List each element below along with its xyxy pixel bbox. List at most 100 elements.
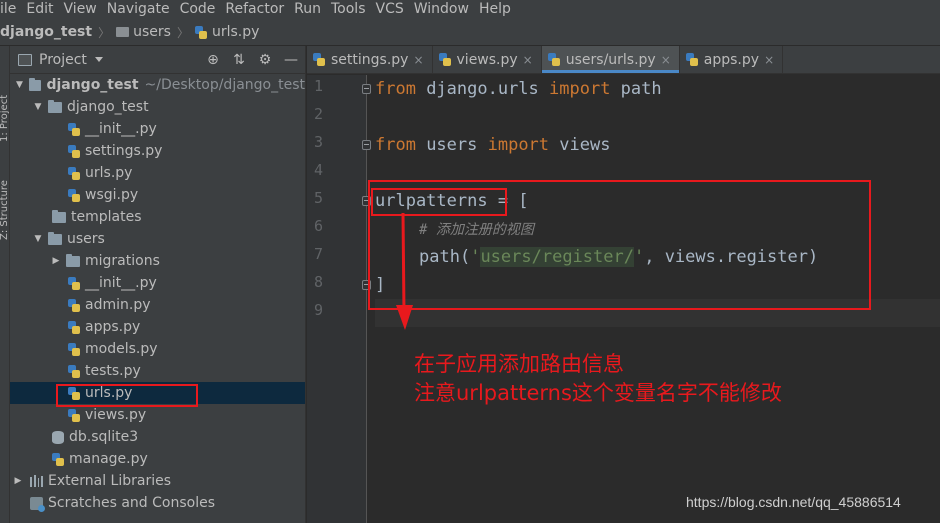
project-panel-tools: ⊕ ⇅ ⚙ — bbox=[205, 46, 299, 74]
tree-item-file[interactable]: __init__.py bbox=[10, 272, 305, 294]
locate-icon[interactable]: ⊕ bbox=[205, 52, 221, 68]
close-icon[interactable]: × bbox=[523, 53, 533, 67]
tree-item-label: django_test bbox=[67, 99, 149, 115]
line-number: 3 bbox=[313, 133, 323, 151]
hide-icon[interactable]: — bbox=[283, 52, 299, 68]
tree-item-folder[interactable]: templates bbox=[10, 206, 305, 228]
fold-icon[interactable] bbox=[362, 84, 371, 94]
code-line-7: path('users/register/', views.register) bbox=[419, 243, 818, 271]
annotation-text: 在子应用添加路由信息 注意urlpatterns这个变量名字不能修改 bbox=[414, 350, 782, 408]
expand-arrow-down-icon[interactable]: ▼ bbox=[32, 102, 44, 112]
menu-edit[interactable]: Edit bbox=[22, 0, 57, 19]
menu-navigate[interactable]: Navigate bbox=[103, 0, 174, 19]
folder-icon bbox=[116, 27, 130, 37]
tree-item-label: urls.py bbox=[85, 165, 133, 181]
menu-refactor[interactable]: Refactor bbox=[221, 0, 288, 19]
project-icon bbox=[18, 53, 32, 66]
tree-item-file[interactable]: views.py bbox=[10, 404, 305, 426]
menu-code[interactable]: Code bbox=[176, 0, 220, 19]
tree-item-folder[interactable]: ▼ django_test bbox=[10, 96, 305, 118]
line-number: 4 bbox=[313, 161, 323, 179]
menu-help[interactable]: Help bbox=[475, 0, 515, 19]
tree-item-file-selected[interactable]: urls.py bbox=[10, 382, 305, 404]
tree-item-file[interactable]: apps.py bbox=[10, 316, 305, 338]
python-file-icon bbox=[68, 320, 80, 334]
fold-icon[interactable] bbox=[362, 280, 371, 290]
tree-item-project-root[interactable]: ▼ django_test ~/Desktop/django_test bbox=[10, 74, 305, 96]
keyword: import bbox=[549, 79, 611, 99]
tree-item-scratches[interactable]: Scratches and Consoles bbox=[10, 492, 305, 514]
menu-window[interactable]: Window bbox=[410, 0, 473, 19]
variable-urlpatterns: urlpatterns bbox=[375, 191, 488, 211]
string-quote: ' bbox=[470, 247, 481, 267]
folder-icon bbox=[48, 231, 62, 245]
expand-arrow-down-icon[interactable]: ▼ bbox=[14, 80, 25, 90]
project-view-selector[interactable]: Project bbox=[18, 52, 103, 68]
project-tree: ▼ django_test ~/Desktop/django_test ▼ dj… bbox=[10, 74, 305, 514]
expand-arrow-right-icon[interactable]: ▶ bbox=[12, 476, 24, 486]
breadcrumb-users[interactable]: users bbox=[116, 24, 171, 40]
menu-vcs[interactable]: VCS bbox=[372, 0, 408, 19]
tree-item-file[interactable]: __init__.py bbox=[10, 118, 305, 140]
expand-arrow-down-icon[interactable]: ▼ bbox=[32, 234, 44, 244]
tree-item-file[interactable]: wsgi.py bbox=[10, 184, 305, 206]
fold-icon[interactable] bbox=[362, 140, 371, 150]
fold-icon[interactable] bbox=[362, 196, 371, 206]
tree-item-label: urls.py bbox=[85, 385, 133, 401]
code-text: ] bbox=[375, 275, 386, 295]
tree-item-label: settings.py bbox=[85, 143, 163, 159]
keyword: from bbox=[375, 135, 416, 155]
menu-tools[interactable]: Tools bbox=[327, 0, 370, 19]
tree-item-file[interactable]: models.py bbox=[10, 338, 305, 360]
library-icon bbox=[30, 475, 43, 487]
tree-item-label: __init__.py bbox=[85, 275, 157, 291]
tree-item-label: External Libraries bbox=[48, 473, 171, 489]
project-tool-tab[interactable]: 1: Project bbox=[0, 50, 10, 142]
tree-item-label: wsgi.py bbox=[85, 187, 139, 203]
tree-item-external-libraries[interactable]: ▶ External Libraries bbox=[10, 470, 305, 492]
close-icon[interactable]: × bbox=[764, 53, 774, 67]
tree-item-folder[interactable]: ▼ users bbox=[10, 228, 305, 250]
tree-item-file[interactable]: tests.py bbox=[10, 360, 305, 382]
breadcrumb-project[interactable]: django_test bbox=[0, 24, 92, 40]
tab-settings[interactable]: settings.py × bbox=[307, 46, 433, 73]
tree-item-label: tests.py bbox=[85, 363, 141, 379]
collapse-all-icon[interactable]: ⇅ bbox=[231, 52, 247, 68]
close-icon[interactable]: × bbox=[661, 53, 671, 67]
code-text: django.urls bbox=[415, 79, 550, 99]
tree-item-label: admin.py bbox=[85, 297, 151, 313]
string-literal: users/register/ bbox=[480, 247, 634, 267]
menu-view[interactable]: View bbox=[60, 0, 101, 19]
breadcrumb-file[interactable]: urls.py bbox=[194, 24, 259, 40]
tree-item-file[interactable]: db.sqlite3 bbox=[10, 426, 305, 448]
tree-item-path: ~/Desktop/django_test bbox=[144, 77, 305, 93]
close-icon[interactable]: × bbox=[413, 53, 423, 67]
code-editor[interactable]: from django.urls import path from users … bbox=[375, 75, 940, 523]
python-file-icon bbox=[68, 386, 80, 400]
tree-item-file[interactable]: settings.py bbox=[10, 140, 305, 162]
tab-users-urls[interactable]: users/urls.py × bbox=[541, 46, 680, 73]
structure-tool-tab[interactable]: Z: Structure bbox=[0, 154, 10, 240]
annotation-line-1: 在子应用添加路由信息 bbox=[414, 352, 624, 376]
tab-label: settings.py bbox=[331, 51, 409, 68]
tree-item-label: users bbox=[67, 231, 105, 247]
python-file-icon bbox=[68, 342, 80, 356]
tree-item-label: db.sqlite3 bbox=[69, 429, 139, 445]
line-number: 7 bbox=[313, 245, 323, 263]
editor-area: settings.py × views.py × users/urls.py × ap… bbox=[307, 46, 940, 523]
scratches-icon bbox=[30, 496, 45, 512]
line-number: 5 bbox=[313, 189, 323, 207]
gear-icon[interactable]: ⚙ bbox=[257, 52, 273, 68]
tab-views[interactable]: views.py × bbox=[433, 46, 542, 73]
menu-run[interactable]: Run bbox=[290, 0, 325, 19]
tree-item-file[interactable]: admin.py bbox=[10, 294, 305, 316]
tree-item-file[interactable]: urls.py bbox=[10, 162, 305, 184]
python-file-icon bbox=[685, 53, 698, 66]
tab-apps[interactable]: apps.py × bbox=[680, 46, 784, 73]
expand-arrow-right-icon[interactable]: ▶ bbox=[50, 256, 62, 266]
tree-item-label: templates bbox=[71, 209, 142, 225]
tree-item-file[interactable]: manage.py bbox=[10, 448, 305, 470]
line-number: 1 bbox=[313, 77, 323, 95]
menu-file[interactable]: ile bbox=[0, 0, 20, 19]
tree-item-folder[interactable]: ▶ migrations bbox=[10, 250, 305, 272]
